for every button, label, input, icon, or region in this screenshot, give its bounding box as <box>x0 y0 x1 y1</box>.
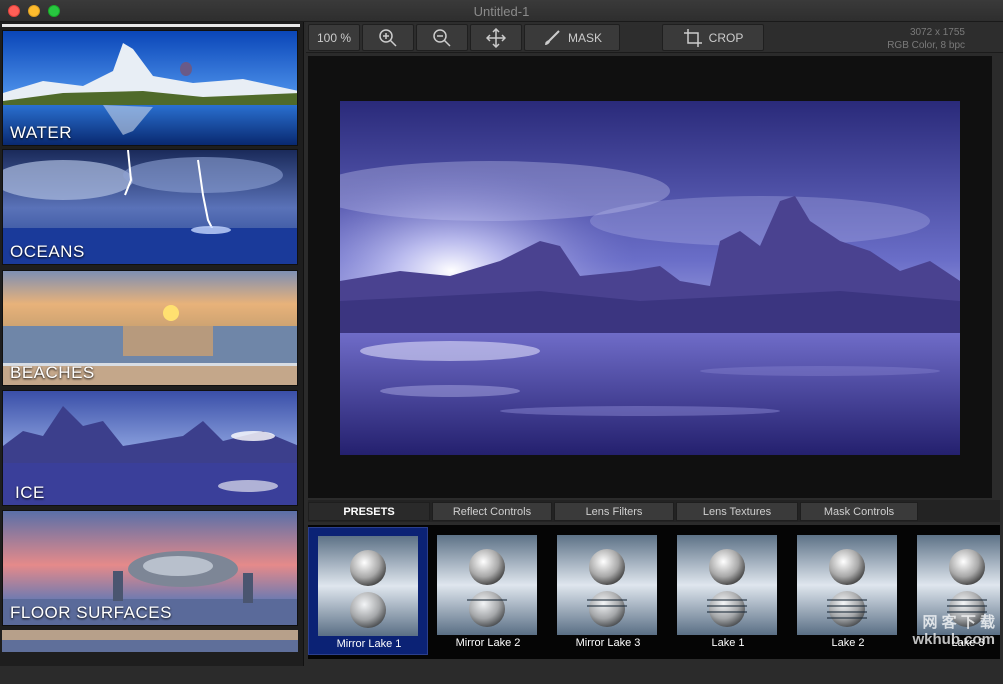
move-icon <box>486 27 506 48</box>
tab-label: Reflect Controls <box>452 505 532 518</box>
tab-label: Lens Textures <box>702 505 772 518</box>
tab-label: Lens Filters <box>585 505 643 518</box>
preset-label: Lake 2 <box>831 637 865 649</box>
zoom-out-button[interactable] <box>416 24 468 51</box>
preset-label: Mirror Lake 3 <box>575 637 641 649</box>
preset-label: Mirror Lake 1 <box>336 638 402 650</box>
tab-presets[interactable]: PRESETS <box>308 502 430 521</box>
ice-thumbnail <box>3 391 297 505</box>
watermark: 网 客 下 载 wkhub.com <box>912 614 995 648</box>
category-sidebar: WATER OCEANS BEACHES ICE FLOOR SURFACES <box>0 22 304 666</box>
mask-button[interactable]: MASK <box>524 24 620 51</box>
window-title: Untitled-1 <box>473 4 530 19</box>
zoom-level-button[interactable]: 100 % <box>308 24 360 51</box>
preset-item[interactable]: Mirror Lake 1 <box>308 527 428 655</box>
category-oceans[interactable]: OCEANS <box>2 149 298 265</box>
toolbar: 100 % MASK CROP 3072 x 1755 RGB Color, 8… <box>306 22 1003 53</box>
preset-item[interactable]: Mirror Lake 2 <box>428 527 548 655</box>
preset-item[interactable]: Mirror Lake 3 <box>548 527 668 655</box>
tab-label: Mask Controls <box>823 505 895 518</box>
category-label: ICE <box>15 483 45 502</box>
mask-label: MASK <box>567 30 602 45</box>
category-ice[interactable]: ICE <box>2 390 298 506</box>
move-button[interactable] <box>470 24 522 51</box>
preview-image[interactable] <box>340 101 960 455</box>
watermark-line2: wkhub.com <box>912 631 995 648</box>
title-bar: Untitled-1 <box>0 0 1003 22</box>
category-label: BEACHES <box>10 363 95 382</box>
preset-thumbnail <box>677 535 777 635</box>
preset-thumbnail <box>797 535 897 635</box>
category-label: OCEANS <box>10 242 85 261</box>
zoom-in-button[interactable] <box>362 24 414 51</box>
category-next-partial[interactable] <box>2 630 298 652</box>
tab-lens-filters[interactable]: Lens Filters <box>554 502 674 521</box>
zoom-in-icon <box>379 28 397 47</box>
category-floor-surfaces[interactable]: FLOOR SURFACES <box>2 510 298 626</box>
tab-reflect-controls[interactable]: Reflect Controls <box>432 502 552 521</box>
zoom-out-icon <box>433 28 451 47</box>
presets-strip: Mirror Lake 1 Mirror Lake 2 Mirror Lake 3 L… <box>308 525 1000 659</box>
landscape-preview <box>340 101 960 455</box>
preset-label: Lake 1 <box>711 637 745 649</box>
tab-lens-textures[interactable]: Lens Textures <box>676 502 798 521</box>
main-area: 100 % MASK CROP 3072 x 1755 RGB Color, 8… <box>306 22 1003 666</box>
zoom-level-label: 100 % <box>316 30 352 45</box>
preset-thumbnail <box>557 535 657 635</box>
tab-label: PRESETS <box>343 505 395 518</box>
document-size: 3072 x 1755 <box>909 27 965 38</box>
preset-item[interactable]: Lake 1 <box>668 527 788 655</box>
crop-label: CROP <box>708 30 744 45</box>
document-mode: RGB Color, 8 bpc <box>887 40 965 51</box>
category-label: FLOOR SURFACES <box>10 603 172 622</box>
brush-icon <box>544 29 560 45</box>
preset-thumbnail <box>318 536 418 636</box>
crop-icon <box>683 28 702 47</box>
category-water[interactable]: WATER <box>2 30 298 146</box>
category-beaches[interactable]: BEACHES <box>2 270 298 386</box>
category-label: WATER <box>10 123 72 142</box>
preset-thumbnail <box>437 535 537 635</box>
document-info: 3072 x 1755 RGB Color, 8 bpc <box>887 26 965 52</box>
preset-label: Mirror Lake 2 <box>455 637 521 649</box>
image-canvas[interactable] <box>308 56 992 498</box>
crop-button[interactable]: CROP <box>662 24 764 51</box>
sidebar-top-indicator <box>2 24 300 27</box>
preset-item[interactable]: Lake 2 <box>788 527 908 655</box>
watermark-line1: 网 客 下 载 <box>922 614 995 631</box>
tab-mask-controls[interactable]: Mask Controls <box>800 502 918 521</box>
panel-tabs: PRESETS Reflect Controls Lens Filters Le… <box>308 500 1000 522</box>
